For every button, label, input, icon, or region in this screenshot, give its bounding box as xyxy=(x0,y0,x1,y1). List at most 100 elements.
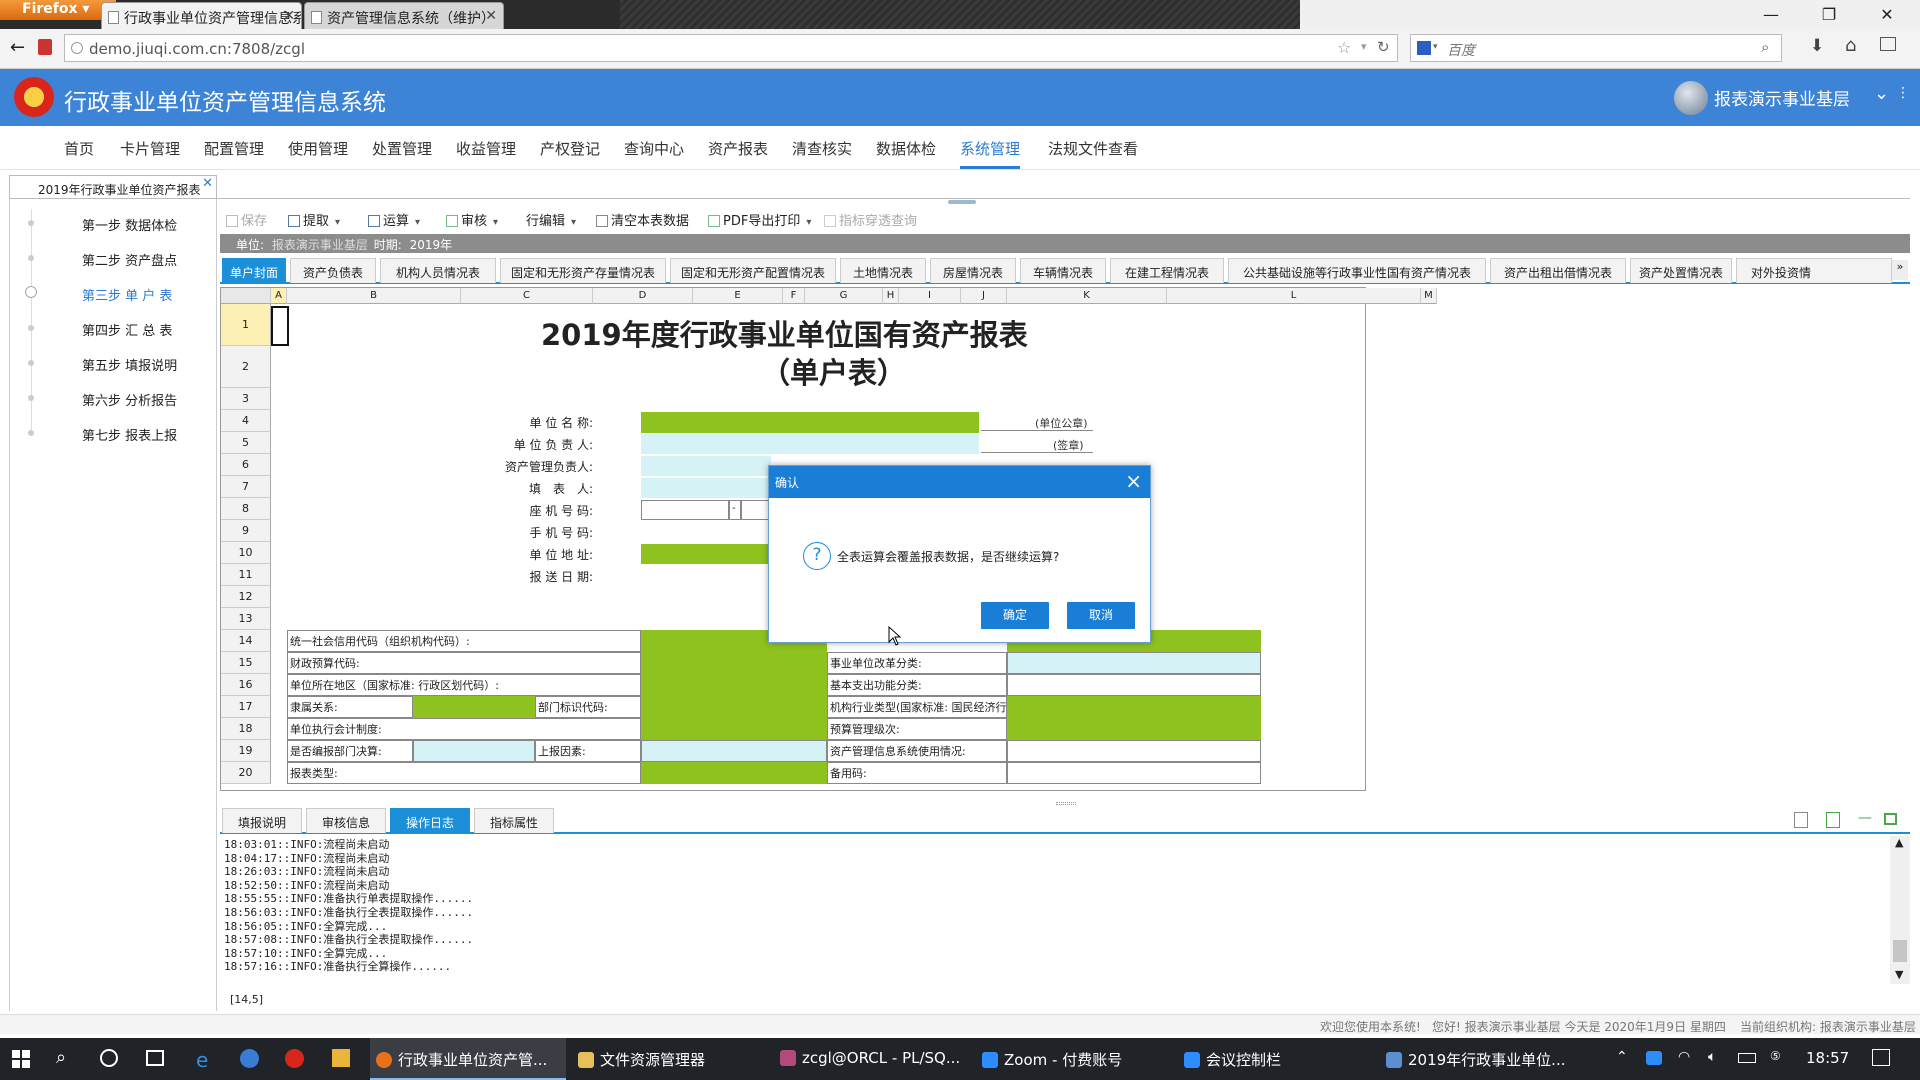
chevron-up-icon[interactable]: ⌃ xyxy=(1616,1049,1628,1065)
taskbar-report[interactable]: 2019年行政事业单位... xyxy=(1380,1038,1576,1080)
tab-fill-instructions[interactable]: 填报说明 xyxy=(222,808,302,833)
chevron-down-icon[interactable]: ▼ xyxy=(1895,968,1903,981)
chevron-down-icon[interactable]: ⌄ xyxy=(1874,83,1889,104)
calc-button[interactable]: 运算 ▾ xyxy=(368,210,420,229)
close-icon[interactable]: ✕ xyxy=(202,176,213,191)
row-header[interactable]: 9 xyxy=(221,520,271,542)
tab-indicator-props[interactable]: 指标属性 xyxy=(474,808,554,833)
row-header[interactable]: 8 xyxy=(221,498,271,520)
col-header[interactable]: I xyxy=(899,288,961,304)
user-name[interactable]: 报表演示事业基层 xyxy=(1714,85,1850,110)
row-header[interactable]: 4 xyxy=(221,410,271,432)
reload-icon[interactable]: ↻ xyxy=(1377,38,1390,56)
system-usage-field[interactable] xyxy=(1007,740,1261,762)
edge-icon[interactable]: e xyxy=(196,1048,208,1072)
browser-tab-inactive[interactable]: 资产管理信息系统（维护） ✕ xyxy=(304,2,504,29)
step-asset-count[interactable]: 第二步 资产盘点 xyxy=(82,250,177,269)
minimize-button[interactable]: — xyxy=(1742,0,1800,29)
app-icon[interactable] xyxy=(240,1049,259,1068)
menu-income[interactable]: 收益管理 xyxy=(456,138,516,159)
menu-disposal[interactable]: 处置管理 xyxy=(372,138,432,159)
windows-start-icon[interactable] xyxy=(12,1050,30,1068)
accounting-field[interactable] xyxy=(641,718,827,740)
dropdown-icon[interactable]: ▾ xyxy=(1361,40,1367,53)
step-analysis[interactable]: 第六步 分析报告 xyxy=(82,390,177,409)
store-icon[interactable] xyxy=(332,1049,350,1067)
filler-field[interactable] xyxy=(641,478,771,498)
tab-land[interactable]: 土地情况表 xyxy=(840,258,926,283)
step-single-report[interactable]: 第三步 单 户 表 xyxy=(82,285,172,304)
col-header[interactable]: D xyxy=(593,288,693,304)
shield-icon[interactable] xyxy=(38,39,52,55)
splitter-handle[interactable] xyxy=(1056,802,1076,805)
expense-func-field[interactable] xyxy=(1007,674,1261,696)
menu-property[interactable]: 产权登记 xyxy=(540,138,600,159)
tab-lease[interactable]: 资产出租出借情况表 xyxy=(1490,258,1626,283)
extract-button[interactable]: 提取 ▾ xyxy=(288,210,340,229)
row-header[interactable]: 10 xyxy=(221,542,271,564)
maximize-panel-icon[interactable] xyxy=(1884,813,1897,825)
report-factor-field[interactable] xyxy=(641,740,827,762)
taskbar-zoom[interactable]: Zoom - 付费账号 xyxy=(976,1038,1172,1080)
scroll-thumb[interactable] xyxy=(1893,940,1907,962)
chevron-up-icon[interactable]: ▲ xyxy=(1895,836,1903,849)
tab-investment[interactable]: 对外投资情 xyxy=(1736,258,1892,283)
row-header[interactable]: 11 xyxy=(221,564,271,586)
row-header[interactable]: 12 xyxy=(221,586,271,608)
home-icon[interactable]: ⌂ xyxy=(1845,35,1856,56)
col-header[interactable]: F xyxy=(783,288,805,304)
col-header[interactable]: M xyxy=(1421,288,1437,304)
wifi-icon[interactable]: ◠ xyxy=(1678,1049,1690,1065)
col-header[interactable]: K xyxy=(1007,288,1167,304)
col-header[interactable]: H xyxy=(883,288,899,304)
budget-level-field[interactable] xyxy=(1007,718,1261,740)
clock[interactable]: 18:57 xyxy=(1806,1049,1849,1067)
dept-code-field[interactable] xyxy=(641,696,827,718)
tab-operation-log[interactable]: 操作日志 xyxy=(390,808,470,833)
menu-usage[interactable]: 使用管理 xyxy=(288,138,348,159)
tab-housing[interactable]: 房屋情况表 xyxy=(930,258,1016,283)
tab-report[interactable]: 2019年行政事业单位资产报表 ✕ xyxy=(9,175,217,199)
tab-balance-sheet[interactable]: 资产负债表 xyxy=(290,258,376,283)
cortana-icon[interactable] xyxy=(100,1049,118,1067)
unit-name-field[interactable] xyxy=(641,412,979,433)
row-header[interactable]: 18 xyxy=(221,718,271,740)
close-icon[interactable]: × xyxy=(1125,469,1142,493)
step-summary[interactable]: 第四步 汇 总 表 xyxy=(82,320,172,339)
taskbar-meeting[interactable]: 会议控制栏 xyxy=(1178,1038,1374,1080)
pdf-export-button[interactable]: PDF导出打印 ▾ xyxy=(708,210,811,229)
menu-config[interactable]: 配置管理 xyxy=(204,138,264,159)
app-icon[interactable] xyxy=(285,1049,304,1068)
scroll-right-icon[interactable]: » xyxy=(1892,260,1908,280)
firefox-menu-button[interactable]: Firefox ▾ xyxy=(0,0,116,20)
col-header[interactable]: A xyxy=(271,288,287,304)
backup-code-field[interactable] xyxy=(1007,762,1261,784)
notification-icon[interactable] xyxy=(1872,1049,1890,1066)
row-header[interactable]: 14 xyxy=(221,630,271,652)
tab-disposal[interactable]: 资产处置情况表 xyxy=(1630,258,1732,283)
taskbar-firefox[interactable]: 行政事业单位资产管... xyxy=(370,1038,566,1080)
landline-number-field[interactable] xyxy=(741,500,771,520)
tab-staff[interactable]: 机构人员情况表 xyxy=(380,258,496,283)
menu-reports[interactable]: 资产报表 xyxy=(708,138,768,159)
bookmark-star-icon[interactable]: ☆ xyxy=(1337,38,1351,57)
affiliation-field[interactable] xyxy=(413,696,535,718)
step-instructions[interactable]: 第五步 填报说明 xyxy=(82,355,177,374)
taskbar-plsql[interactable]: zcgl@ORCL - PL/SQ... xyxy=(774,1038,970,1080)
landline-area-field[interactable] xyxy=(641,500,729,520)
row-header[interactable]: 6 xyxy=(221,454,271,476)
more-icon[interactable]: ⋮ xyxy=(1896,85,1910,101)
col-header[interactable]: J xyxy=(961,288,1007,304)
log-scrollbar[interactable]: ▲ ▼ xyxy=(1890,836,1910,984)
row-header[interactable]: 17 xyxy=(221,696,271,718)
info-icon[interactable] xyxy=(71,42,83,54)
upload-icon[interactable] xyxy=(1826,812,1840,828)
battery-icon[interactable] xyxy=(1738,1053,1756,1063)
menu-card[interactable]: 卡片管理 xyxy=(120,138,180,159)
row-edit-button[interactable]: 行编辑 ▾ xyxy=(526,210,576,229)
menu-system[interactable]: 系统管理 xyxy=(960,138,1021,169)
ok-button[interactable]: 确定 xyxy=(981,602,1049,629)
volume-icon[interactable]: 🔈︎ xyxy=(1708,1049,1716,1065)
browser-tab-active[interactable]: 行政事业单位资产管理信息系... ✕ xyxy=(101,2,302,29)
report-type-field[interactable] xyxy=(641,762,827,784)
